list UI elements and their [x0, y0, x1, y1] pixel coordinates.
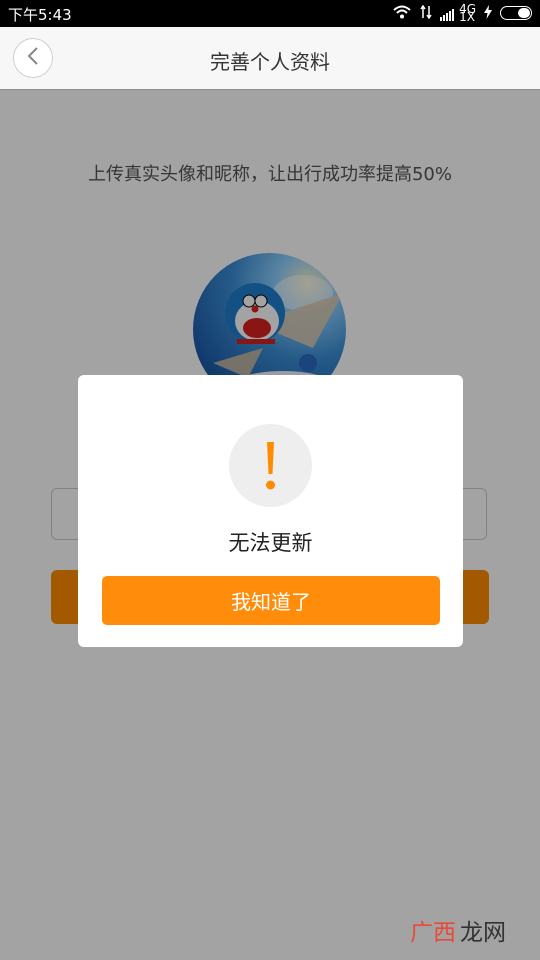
dialog-message: 无法更新	[228, 531, 313, 555]
confirm-button[interactable]: 我知道了	[102, 576, 440, 625]
status-bar: 下午5:43 4G 1X	[0, 0, 540, 27]
svg-text:广西: 广西	[410, 920, 456, 946]
page-title: 完善个人资料	[210, 50, 330, 74]
status-time: 下午5:43	[8, 6, 72, 24]
charging-icon	[484, 4, 492, 22]
svg-text:龙网: 龙网	[460, 920, 506, 946]
app-header: 完善个人资料	[0, 27, 540, 90]
watermark-logo: 广西 龙网	[408, 914, 512, 948]
battery-icon	[500, 6, 532, 20]
wifi-icon	[392, 4, 412, 23]
alert-dialog: 无法更新 我知道了	[78, 375, 463, 647]
status-icons: 4G 1X	[392, 3, 532, 23]
signal-icon: 4G 1X	[440, 3, 476, 24]
exclamation-icon	[266, 442, 275, 490]
signal-type-label: 1X	[459, 10, 475, 24]
data-transfer-icon	[420, 4, 432, 22]
warning-icon-container	[229, 424, 312, 507]
